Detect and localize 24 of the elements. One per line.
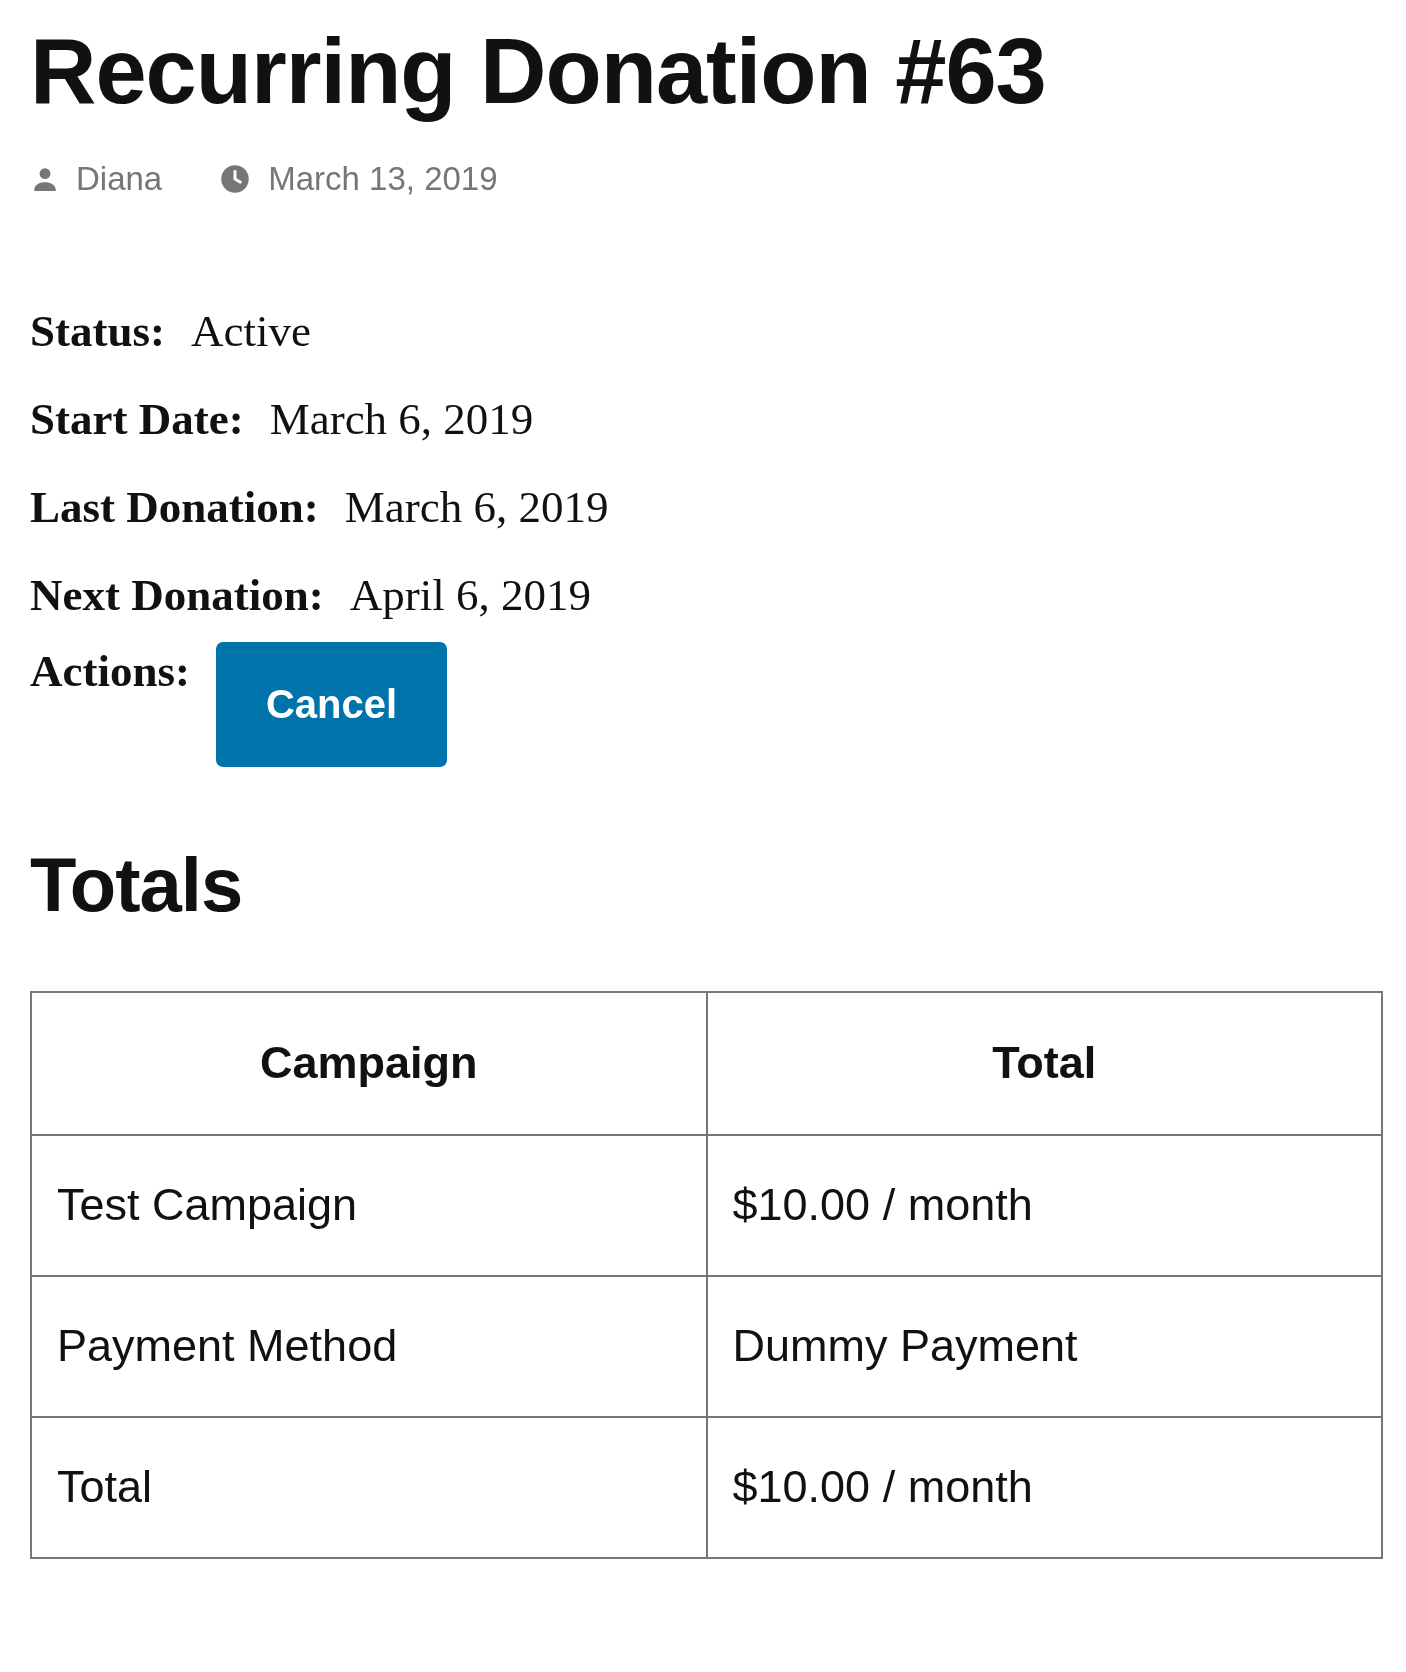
column-header: Total [706,991,1382,1135]
page-title: Recurring Donation #63 [30,19,1047,124]
person-icon [32,166,58,193]
detail-value: March 6, 2019 [269,393,534,447]
table-cell: $10.00 / month [706,1416,1382,1558]
detail-label: Next Donation: [30,569,324,623]
detail-value: March 6, 2019 [344,481,609,535]
detail-value: April 6, 2019 [349,569,591,623]
cancel-button[interactable]: Cancel [216,642,447,768]
detail-label: Start Date: [30,393,244,447]
detail-label: Last Donation: [30,481,319,535]
detail-value: Active [191,305,311,359]
table-cell: Dummy Payment [706,1275,1382,1417]
table-cell: Total [31,1416,707,1558]
post-date[interactable]: March 13, 2019 [268,160,498,199]
table-cell: Payment Method [31,1275,707,1417]
detail-label: Actions: [30,645,190,699]
table-cell: $10.00 / month [706,1134,1382,1276]
clock-icon [220,164,251,195]
author-link[interactable]: Diana [76,160,163,199]
detail-label: Status: [30,305,166,359]
section-heading: Totals [30,841,244,930]
table-cell: Test Campaign [31,1134,707,1276]
column-header: Campaign [31,991,707,1135]
